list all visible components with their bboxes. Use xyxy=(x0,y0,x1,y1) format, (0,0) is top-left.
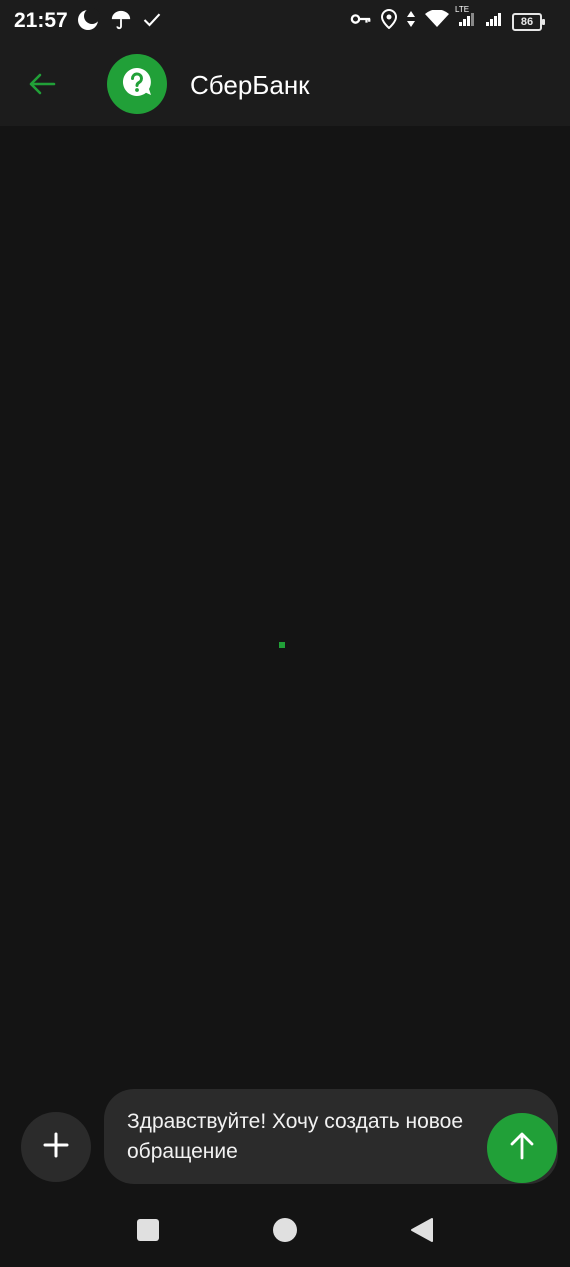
signal-icon-2 xyxy=(485,11,503,32)
recents-button[interactable] xyxy=(130,1214,166,1250)
loading-indicator xyxy=(279,642,285,648)
back-nav-button[interactable] xyxy=(404,1214,440,1250)
signal-icon: LTE xyxy=(455,5,476,32)
umbrella-icon xyxy=(110,9,132,36)
status-bar: 21:57 LTE 86 xyxy=(0,0,570,44)
triangle-back-icon xyxy=(410,1217,434,1248)
back-button[interactable] xyxy=(24,68,60,104)
key-icon xyxy=(350,11,372,32)
app-bar: СберБанк xyxy=(0,44,570,126)
wifi-icon xyxy=(425,9,449,33)
network-type-label: LTE xyxy=(455,5,470,14)
question-bubble-icon xyxy=(121,66,153,103)
square-icon xyxy=(136,1218,160,1247)
data-arrows-icon xyxy=(406,10,416,33)
arrow-left-icon xyxy=(28,72,56,101)
status-left-icons xyxy=(76,8,162,37)
system-nav-bar xyxy=(0,1196,570,1267)
plus-icon xyxy=(43,1132,69,1163)
arrow-up-icon xyxy=(509,1132,535,1165)
chat-avatar[interactable] xyxy=(107,54,167,114)
location-icon xyxy=(380,8,398,34)
moon-icon xyxy=(76,8,100,37)
battery-icon: 86 xyxy=(512,12,545,31)
status-right-icons: LTE 86 xyxy=(350,5,545,34)
send-button[interactable] xyxy=(487,1113,557,1183)
chat-content xyxy=(0,126,570,1076)
check-icon xyxy=(142,10,162,35)
circle-icon xyxy=(272,1217,298,1248)
chat-title: СберБанк xyxy=(190,70,310,100)
attach-button[interactable] xyxy=(21,1112,91,1182)
status-time: 21:57 xyxy=(14,9,68,32)
home-button[interactable] xyxy=(267,1214,303,1250)
message-text[interactable]: Здравствуйте! Хочу создать новое обращен… xyxy=(127,1107,467,1167)
battery-level: 86 xyxy=(520,15,534,28)
